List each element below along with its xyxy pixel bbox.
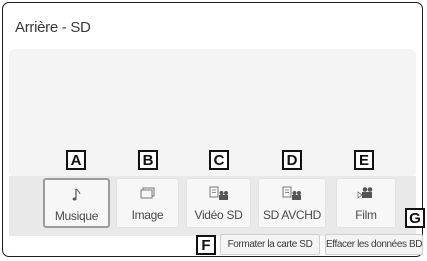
callout-e: E (354, 150, 374, 170)
callout-b: B (138, 150, 158, 170)
format-sd-card-button[interactable]: Formater la carte SD (220, 234, 320, 255)
sd-avchd-source-button[interactable]: SD AVCHD (258, 178, 326, 228)
music-note-icon (45, 187, 108, 203)
film-source-button[interactable]: Film (336, 178, 396, 228)
video-sd-source-label: Vidéo SD (194, 208, 243, 222)
film-source-label: Film (355, 208, 377, 222)
music-source-button[interactable]: Musique (43, 178, 110, 228)
callout-c: C (209, 150, 229, 170)
callout-a: A (66, 150, 86, 170)
callout-d: D (282, 150, 302, 170)
music-source-label: Musique (54, 209, 99, 223)
video-icon (259, 186, 325, 202)
image-source-button[interactable]: Image (116, 178, 179, 228)
callout-f: F (196, 235, 216, 255)
video-sd-source-button[interactable]: Vidéo SD (186, 178, 251, 228)
screen-title: Arrière - SD (15, 19, 91, 36)
video-icon (187, 186, 250, 202)
sd-avchd-source-label: SD AVCHD (262, 208, 322, 222)
film-camera-icon (337, 186, 395, 202)
callout-g: G (405, 208, 425, 228)
image-icon (117, 186, 178, 202)
erase-bd-data-button[interactable]: Effacer les données BD (325, 234, 423, 255)
image-source-label: Image (131, 208, 164, 222)
